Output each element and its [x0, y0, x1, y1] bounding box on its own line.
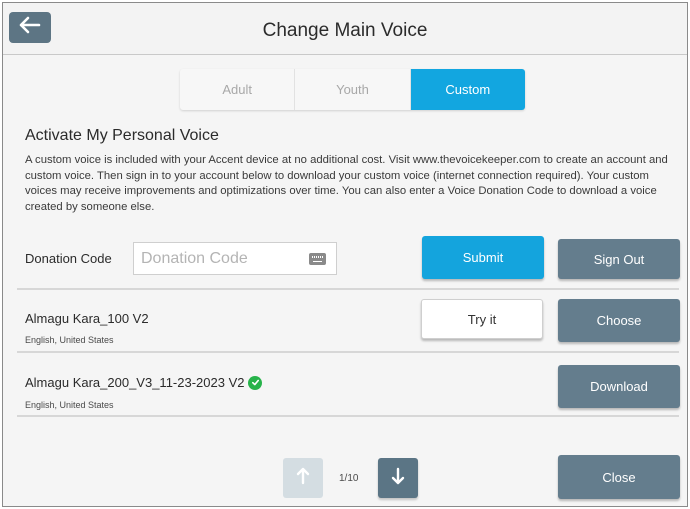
arrow-up-icon: [296, 467, 310, 490]
page-indicator: 1/10: [339, 473, 359, 484]
voice-type-tabs: Adult Youth Custom: [180, 69, 525, 110]
divider: [17, 415, 679, 417]
donation-code-label: Donation Code: [25, 251, 112, 266]
donation-code-input[interactable]: [141, 249, 301, 268]
title-bar: Change Main Voice: [3, 3, 687, 55]
keyboard-icon[interactable]: [309, 253, 326, 265]
tab-adult[interactable]: Adult: [180, 69, 296, 110]
divider: [17, 351, 679, 353]
divider: [17, 288, 679, 290]
voice-name-row: Almagu Kara_200_V3_11-23-2023 V2: [25, 375, 263, 390]
voice-language: English, United States: [25, 335, 114, 345]
donation-code-field-wrap: [133, 242, 337, 275]
verified-check-icon: [248, 375, 263, 390]
voice-name: Almagu Kara_100 V2: [25, 311, 149, 326]
choose-button[interactable]: Choose: [558, 299, 680, 342]
close-button[interactable]: Close: [558, 455, 680, 499]
tab-custom[interactable]: Custom: [410, 69, 525, 110]
download-button[interactable]: Download: [558, 365, 680, 408]
arrow-down-icon: [391, 467, 405, 490]
section-heading: Activate My Personal Voice: [25, 127, 219, 144]
sign-out-button[interactable]: Sign Out: [558, 239, 680, 279]
submit-button[interactable]: Submit: [422, 236, 544, 279]
voice-name: Almagu Kara_200_V3_11-23-2023 V2: [25, 375, 245, 390]
page-down-button[interactable]: [378, 458, 418, 498]
section-description: A custom voice is included with your Acc…: [25, 154, 668, 213]
page-up-button[interactable]: [283, 458, 323, 498]
page-title: Change Main Voice: [262, 20, 428, 41]
voice-language: English, United States: [25, 400, 114, 410]
change-voice-dialog: Change Main Voice Adult Youth Custom Act…: [2, 2, 688, 507]
tab-youth[interactable]: Youth: [295, 69, 411, 110]
try-it-button[interactable]: Try it: [421, 299, 543, 339]
